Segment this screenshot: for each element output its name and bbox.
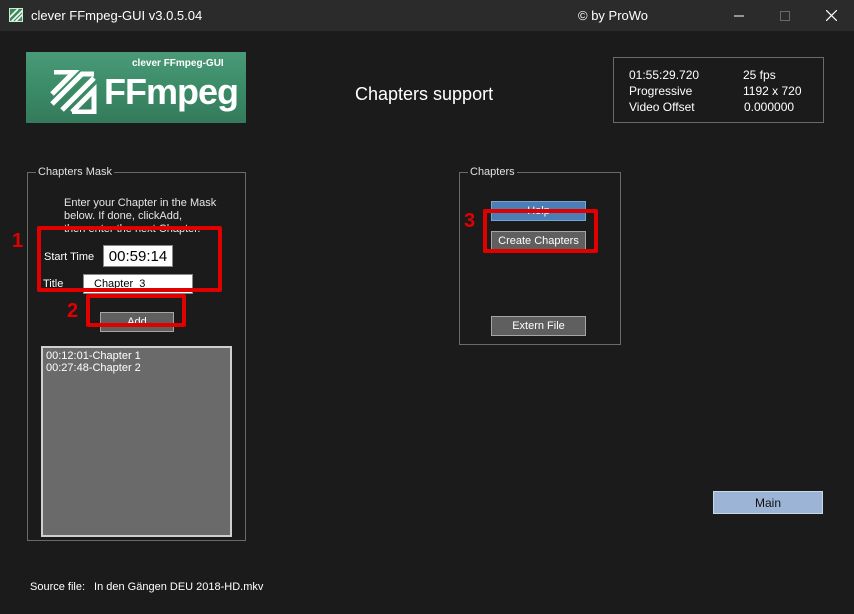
close-button[interactable] (808, 0, 854, 31)
minimize-icon (734, 15, 744, 16)
title-bar: clever FFmpeg-GUI v3.0.5.04 © by ProWo (0, 0, 854, 31)
video-info-box: 01:55:29.720 25 fps Progressive 1192 x 7… (613, 57, 824, 123)
maximize-icon (780, 10, 790, 21)
close-icon (825, 10, 837, 21)
chapters-group: Chapters Help Create Chapters Extern Fil… (459, 166, 621, 345)
list-item[interactable]: 00:12:01-Chapter 1 (46, 350, 230, 362)
window-author: © by ProWo (578, 8, 649, 23)
highlight-box-3 (483, 209, 598, 253)
source-file-label: Source file: (30, 581, 86, 593)
video-offset-value: 0.000000 (744, 100, 795, 114)
minimize-button[interactable] (716, 0, 762, 31)
chapter-list[interactable]: 00:12:01-Chapter 1 00:27:48-Chapter 2 (41, 346, 232, 537)
logo-text: FFmpeg (104, 71, 239, 112)
video-offset-label: Video Offset (629, 100, 695, 114)
highlight-box-1 (37, 226, 222, 292)
chapters-mask-group: Chapters Mask Enter your Chapter in the … (27, 166, 246, 541)
annotation-number-1: 1 (12, 230, 24, 252)
source-file: Source file: In den Gängen DEU 2018-HD.mk… (30, 581, 263, 593)
chapters-legend: Chapters (470, 166, 515, 178)
annotation-number-3: 3 (464, 210, 476, 232)
ffmpeg-mark-icon (50, 70, 97, 114)
duration-value: 01:55:29.720 (629, 68, 700, 82)
logo-subtitle: clever FFmpeg-GUI (132, 58, 224, 69)
window-title: clever FFmpeg-GUI v3.0.5.04 (31, 8, 203, 23)
highlight-box-2 (86, 294, 186, 327)
instruction-line: below. If done, clickAdd, (64, 210, 183, 222)
annotation-number-2: 2 (67, 300, 79, 322)
list-item[interactable]: 00:27:48-Chapter 2 (46, 362, 230, 374)
app-icon (9, 8, 23, 22)
scan-type-value: Progressive (629, 84, 693, 98)
chapters-mask-legend: Chapters Mask (38, 166, 112, 178)
main-button[interactable]: Main (713, 491, 823, 514)
source-file-name: In den Gängen DEU 2018-HD.mkv (94, 581, 264, 593)
instruction-line: Enter your Chapter in the Mask (64, 197, 217, 209)
page-title: Chapters support (355, 84, 494, 104)
extern-file-button[interactable]: Extern File (491, 316, 586, 336)
resolution-value: 1192 x 720 (743, 84, 802, 98)
maximize-button[interactable] (762, 0, 808, 31)
fps-value: 25 fps (743, 68, 776, 82)
ffmpeg-logo: clever FFmpeg-GUI FFmpeg (26, 52, 246, 123)
